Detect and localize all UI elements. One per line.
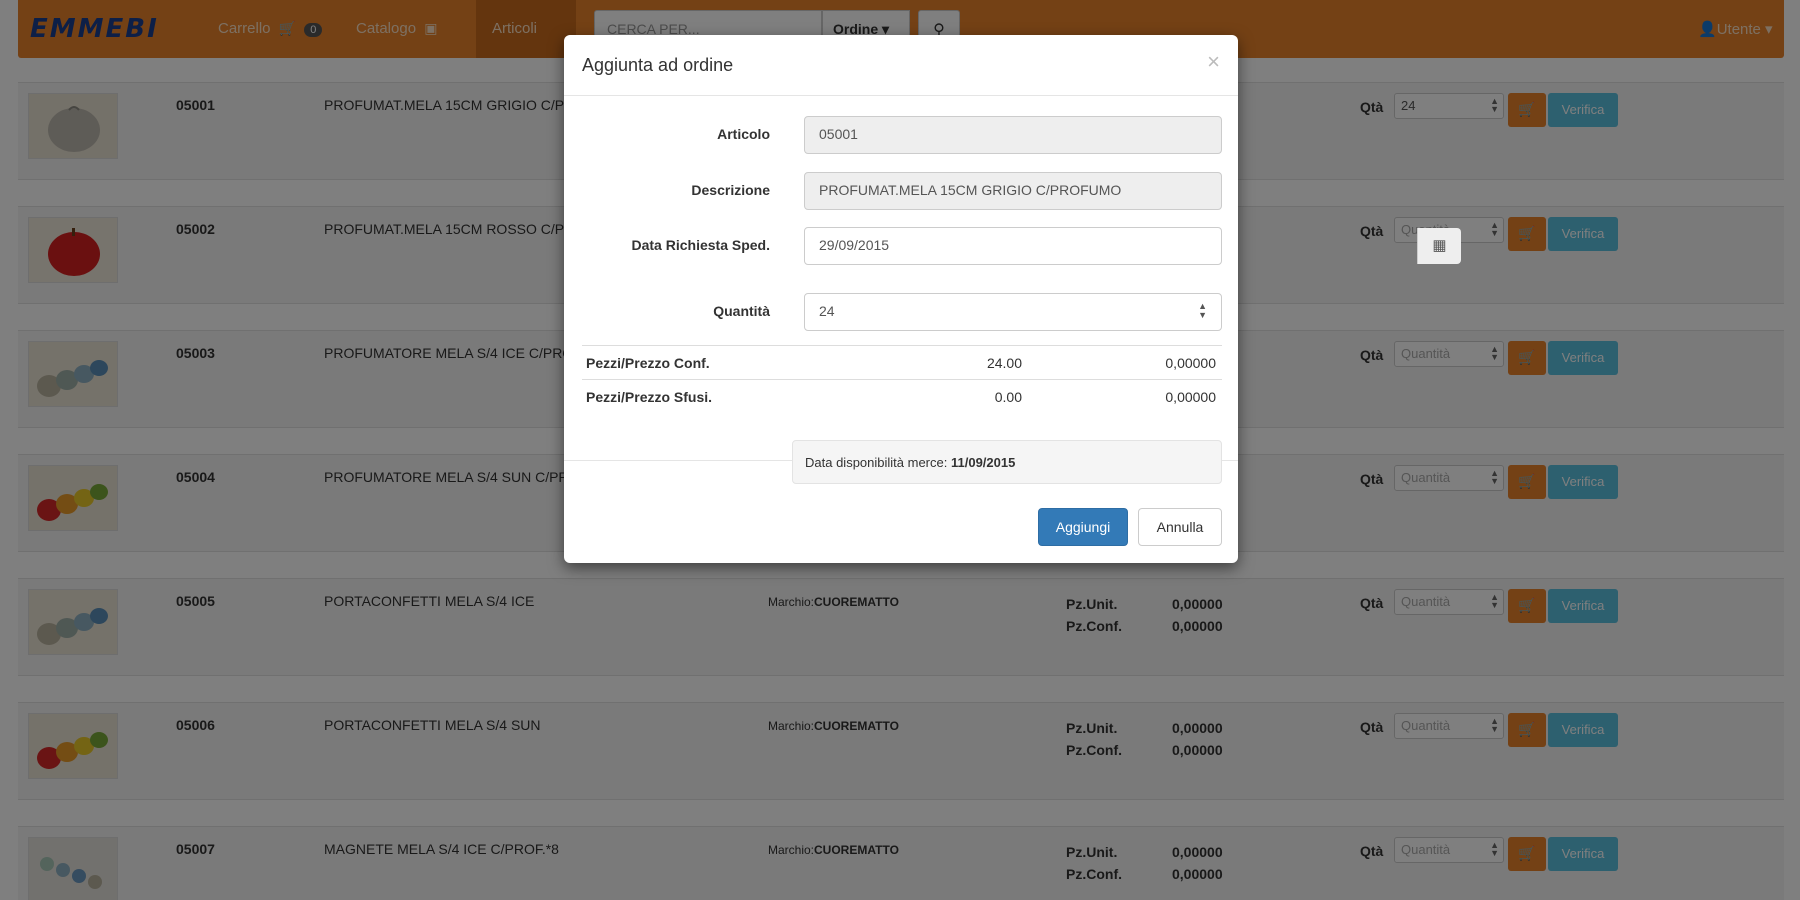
table-row-prezzo: 0,00000 — [1165, 355, 1216, 371]
table-row: Pezzi/Prezzo Sfusi. 0.00 0,00000 — [582, 379, 1222, 413]
articolo-field: 05001 — [804, 116, 1222, 154]
availability-notice: Data disponibilità merce: 11/09/2015 — [792, 440, 1222, 484]
add-to-order-modal: Aggiunta ad ordine × Articolo 05001 Desc… — [564, 35, 1461, 563]
data-richiesta-value: 29/09/2015 — [819, 237, 890, 253]
availability-label: Data disponibilità merce: — [805, 455, 948, 470]
data-richiesta-field[interactable]: 29/09/2015 ▦ — [804, 227, 1461, 265]
table-row-pezzi: 24.00 — [986, 355, 1022, 371]
descrizione-label: Descrizione — [691, 182, 770, 198]
close-icon[interactable]: × — [1207, 49, 1220, 75]
table-row-label: Pezzi/Prezzo Sfusi. — [586, 389, 713, 405]
quantita-value: 24 — [819, 303, 835, 319]
table-row-prezzo: 0,00000 — [1165, 389, 1216, 405]
quantita-label: Quantità — [713, 303, 770, 319]
table-row-pezzi: 0.00 — [994, 389, 1022, 405]
calendar-icon[interactable]: ▦ — [1417, 228, 1461, 264]
modal-header-divider — [564, 95, 1238, 96]
quantita-stepper[interactable]: 24 ▲ ▼ — [804, 293, 1222, 331]
table-row: Pezzi/Prezzo Conf. 24.00 0,00000 — [582, 345, 1222, 379]
table-row-label: Pezzi/Prezzo Conf. — [586, 355, 710, 371]
data-richiesta-label: Data Richiesta Sped. — [631, 237, 771, 253]
stepper-arrows-icon[interactable]: ▲▼ — [1198, 302, 1207, 320]
articolo-label: Articolo — [717, 126, 770, 142]
annulla-button[interactable]: Annulla — [1138, 508, 1222, 546]
modal-title: Aggiunta ad ordine — [582, 55, 734, 75]
descrizione-field: PROFUMAT.MELA 15CM GRIGIO C/PROFUMO — [804, 172, 1222, 210]
availability-date: 11/09/2015 — [950, 455, 1016, 470]
aggiungi-button[interactable]: Aggiungi — [1038, 508, 1128, 546]
